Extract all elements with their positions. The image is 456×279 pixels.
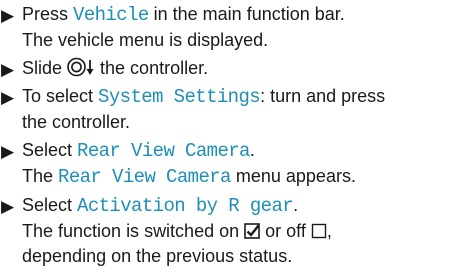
activation-by-r-gear-label: Activation by R gear bbox=[77, 195, 294, 217]
step-1-result: The vehicle menu is displayed. bbox=[22, 30, 269, 50]
step-1: ▶ Press Vehicle in the main function bar… bbox=[0, 2, 456, 53]
step-3-line-2: the controller. bbox=[22, 112, 131, 132]
bullet-arrow-icon: ▶ bbox=[1, 197, 15, 216]
bullet-arrow-icon: ▶ bbox=[1, 88, 15, 107]
step-3: ▶ To select System Settings: turn and pr… bbox=[0, 84, 456, 135]
step-text: , bbox=[326, 221, 332, 241]
step-text: : turn and press bbox=[260, 86, 386, 106]
step-4-line: Select Rear View Camera. bbox=[22, 138, 456, 164]
step-text: Select bbox=[22, 195, 78, 215]
vehicle-label: Vehicle bbox=[73, 4, 149, 26]
step-text: Select bbox=[22, 140, 78, 160]
checkbox-checked-icon bbox=[244, 223, 260, 239]
bullet-arrow-icon: ▶ bbox=[1, 142, 15, 161]
step-text: Slide bbox=[22, 58, 68, 78]
checkbox-empty-icon bbox=[311, 223, 327, 239]
step-text: Press bbox=[22, 4, 74, 24]
step-4-result: The Rear View Camera menu appears. bbox=[22, 164, 456, 190]
rear-view-camera-label: Rear View Camera bbox=[58, 166, 231, 188]
step-text: The bbox=[22, 166, 59, 186]
step-3-line: To select System Settings: turn and pres… bbox=[22, 84, 456, 110]
step-text: in the main function bar. bbox=[148, 4, 345, 24]
step-5-result: The function is switched on or off , bbox=[22, 219, 456, 244]
instruction-list: ▶ Press Vehicle in the main function bar… bbox=[0, 2, 456, 272]
bullet-arrow-icon: ▶ bbox=[1, 6, 15, 25]
step-text: or off bbox=[260, 221, 311, 241]
system-settings-label: System Settings bbox=[98, 86, 261, 108]
step-4: ▶ Select Rear View Camera. The Rear View… bbox=[0, 138, 456, 190]
step-text: the controller. bbox=[95, 58, 209, 78]
rear-view-camera-label: Rear View Camera bbox=[77, 140, 250, 162]
step-text: menu appears. bbox=[230, 166, 356, 186]
step-text: . bbox=[293, 195, 299, 215]
step-text: The function is switched on bbox=[22, 221, 245, 241]
step-5-line-3: depending on the previous status. bbox=[22, 246, 293, 266]
controller-slide-down-icon bbox=[67, 57, 95, 77]
step-5-line: Select Activation by R gear. bbox=[22, 193, 456, 219]
step-text: To select bbox=[22, 86, 99, 106]
step-5: ▶ Select Activation by R gear. The funct… bbox=[0, 193, 456, 269]
step-2: ▶ Slide the controller. bbox=[0, 56, 456, 81]
step-2-line: Slide the controller. bbox=[22, 56, 456, 81]
bullet-arrow-icon: ▶ bbox=[1, 60, 15, 79]
step-text: . bbox=[249, 140, 255, 160]
step-1-line: Press Vehicle in the main function bar. bbox=[22, 2, 456, 28]
